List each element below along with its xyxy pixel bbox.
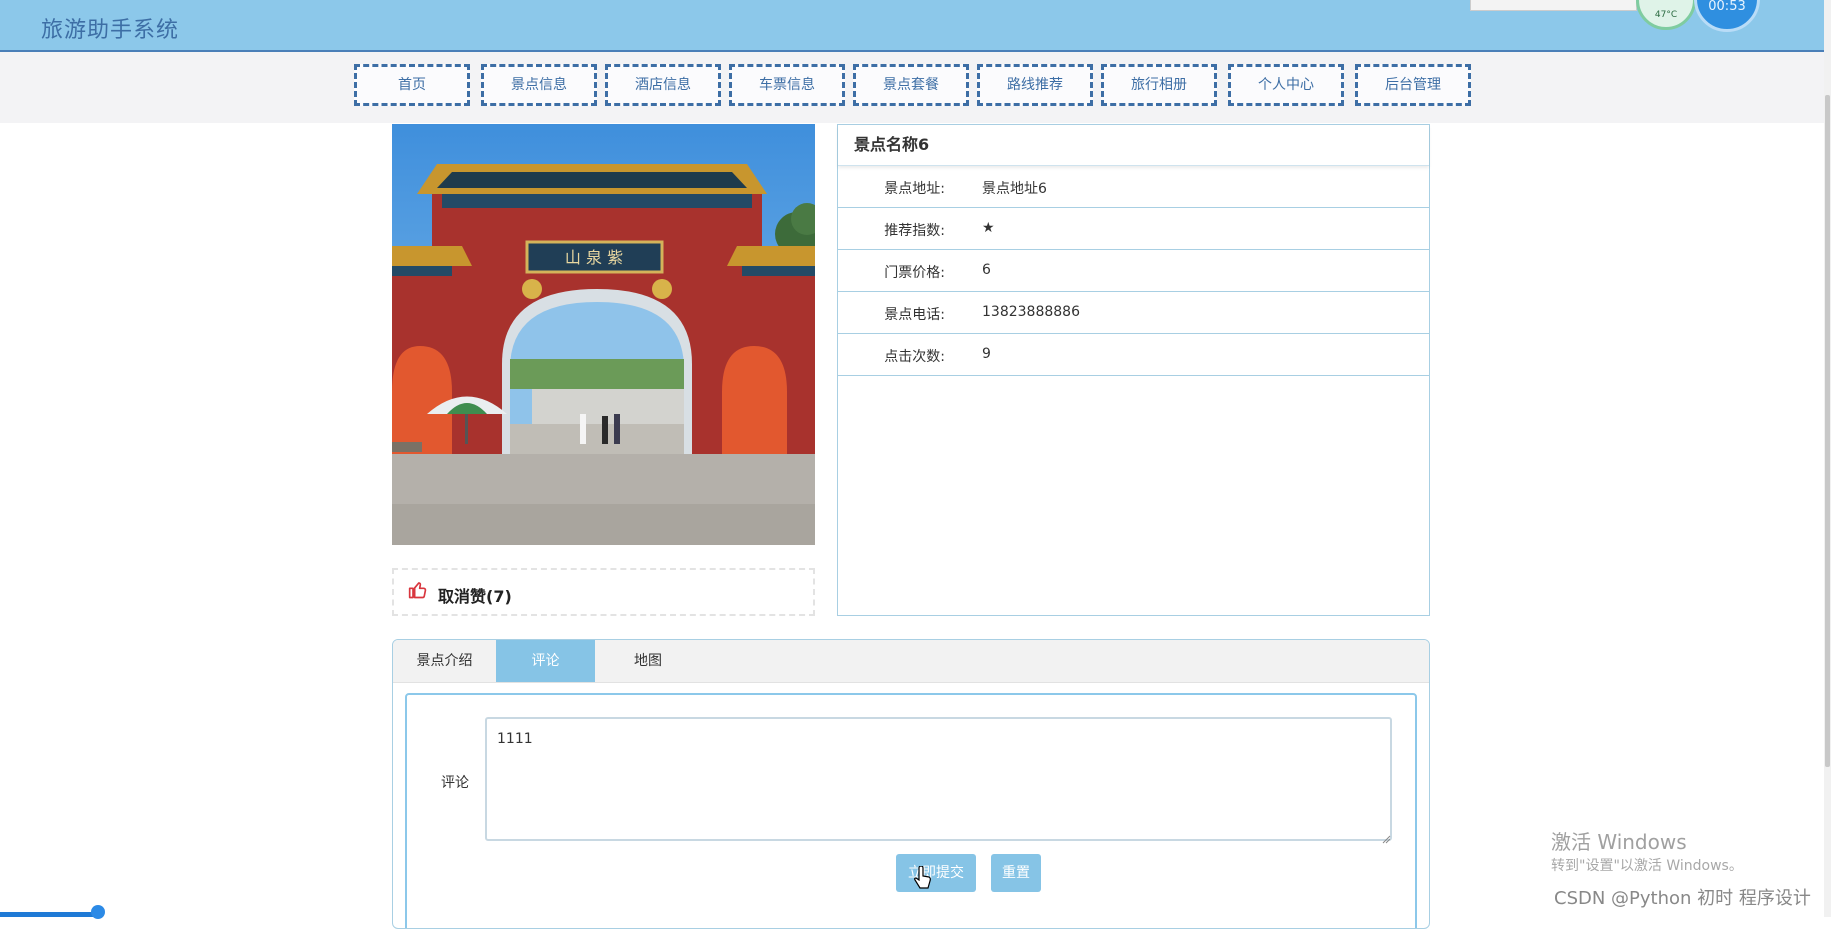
info-row-price: 门票价格: 6: [838, 250, 1429, 292]
nav-ticket-info[interactable]: 车票信息: [729, 64, 845, 106]
info-value: 6: [982, 262, 991, 278]
info-value: 9: [982, 346, 991, 362]
nav-personal-center[interactable]: 个人中心: [1228, 64, 1344, 106]
tab-comment[interactable]: 评论: [496, 640, 595, 682]
like-box[interactable]: 取消赞(7): [392, 568, 815, 616]
unlike-label[interactable]: 取消赞(7): [438, 583, 512, 607]
comment-textarea[interactable]: 1111: [485, 717, 1392, 841]
info-row-clicks: 点击次数: 9: [838, 334, 1429, 376]
nav-route-recommend[interactable]: 路线推荐: [977, 64, 1093, 106]
windows-activate-subtitle: 转到"设置"以激活 Windows。: [1551, 858, 1743, 874]
comment-label: 评论: [441, 775, 469, 791]
scenic-photo: 山 泉 紫: [392, 124, 815, 545]
video-progress-bar[interactable]: [0, 912, 103, 917]
nav-travel-album[interactable]: 旅行相册: [1101, 64, 1217, 106]
hand-cursor-icon: [914, 865, 932, 894]
tab-map[interactable]: 地图: [595, 640, 701, 682]
thumbs-up-icon[interactable]: [408, 580, 428, 604]
nav-admin[interactable]: 后台管理: [1355, 64, 1471, 106]
info-label: 门票价格:: [884, 265, 945, 281]
nav-scenic-package[interactable]: 景点套餐: [853, 64, 969, 106]
info-row-phone: 景点电话: 13823888886: [838, 292, 1429, 334]
info-label: 景点地址:: [884, 181, 945, 197]
submit-button[interactable]: 立即提交: [896, 854, 976, 892]
resize-grip-icon[interactable]: [1381, 829, 1391, 844]
info-label: 推荐指数:: [884, 223, 945, 239]
detail-tabs-panel: 景点介绍 评论 地图 评论 1111 立即提交 重置: [392, 639, 1430, 929]
tray-widget[interactable]: [1470, 0, 1637, 11]
tab-scenic-intro[interactable]: 景点介绍: [393, 640, 496, 682]
info-label: 点击次数:: [884, 349, 945, 365]
reset-button[interactable]: 重置: [991, 854, 1041, 892]
info-value: 景点地址6: [982, 181, 1047, 197]
tab-bar: 景点介绍 评论 地图: [393, 640, 1429, 683]
csdn-watermark: CSDN @Python 初时 程序设计: [1554, 888, 1811, 909]
nav-home[interactable]: 首页: [354, 64, 470, 106]
info-label: 景点电话:: [884, 307, 945, 323]
site-title[interactable]: 旅游助手系统: [41, 12, 179, 44]
info-row-rating: 推荐指数: ★: [838, 208, 1429, 250]
nav-scenic-info[interactable]: 景点信息: [481, 64, 597, 106]
info-row-address: 景点地址: 景点地址6: [838, 166, 1429, 208]
nav-hotel-info[interactable]: 酒店信息: [605, 64, 721, 106]
info-value: ★: [982, 220, 995, 236]
scenic-info-panel: 景点名称6 景点地址: 景点地址6 推荐指数: ★ 门票价格: 6 景点电话: …: [837, 124, 1430, 616]
comment-form: 评论 1111 立即提交 重置: [405, 693, 1417, 928]
main-nav: 首页 景点信息 酒店信息 车票信息 景点套餐 路线推荐 旅行相册 个人中心 后台…: [0, 52, 1824, 123]
windows-activate-title: 激活 Windows: [1551, 830, 1687, 854]
info-value: 13823888886: [982, 304, 1080, 320]
svg-text:山 泉 紫: 山 泉 紫: [565, 248, 623, 267]
scenic-name: 景点名称6: [838, 125, 1429, 166]
scrollbar-thumb[interactable]: [1825, 95, 1830, 767]
